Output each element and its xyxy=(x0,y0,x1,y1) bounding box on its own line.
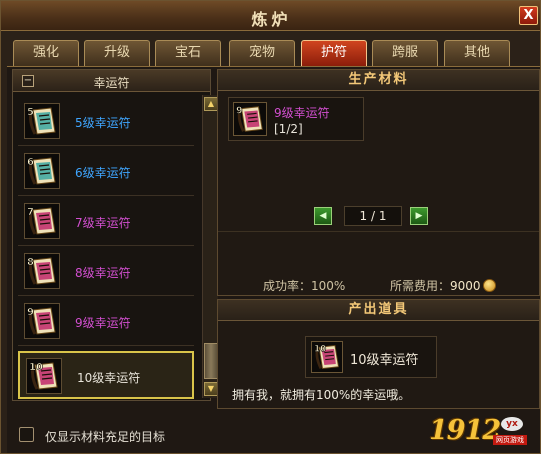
list-item-name: 5级幸运符 xyxy=(75,116,131,130)
list-item[interactable]: 10 10级幸运符 xyxy=(18,351,194,399)
close-button[interactable]: X xyxy=(519,6,538,25)
output-slot[interactable]: 10 10级幸运符 xyxy=(305,336,437,378)
list-category-header[interactable]: − 幸运符 xyxy=(13,70,210,92)
tab-strengthen[interactable]: 强化 xyxy=(13,40,79,66)
logo-number: 1912 xyxy=(429,415,501,446)
prev-page-button[interactable]: ◀ xyxy=(314,207,332,225)
list-item[interactable]: 5 5级幸运符 xyxy=(18,98,194,146)
output-panel: 产出道具 10 10级幸运符 拥有我，就拥有100%的幸运哦。 xyxy=(217,299,540,409)
furnace-window: 炼炉 X 强化 升级 宝石 宠物 护符 跨服 其他 − 幸运符 5 5级幸运符 6 6… xyxy=(0,0,541,454)
scroll-icon: 10 xyxy=(311,341,343,373)
gold-coin-icon xyxy=(482,279,496,292)
list-item[interactable]: 7 7级幸运符 xyxy=(18,198,194,246)
level-number: 10 xyxy=(314,345,326,355)
list-item[interactable]: 8 8级幸运符 xyxy=(18,248,194,296)
level-number: 6 xyxy=(27,157,34,168)
material-name: 9级幸运符 xyxy=(274,106,330,120)
title-bar[interactable]: 炼炉 X xyxy=(1,1,540,31)
output-description: 拥有我，就拥有100%的幸运哦。 xyxy=(232,388,411,402)
scroll-icon: 8 xyxy=(24,253,60,289)
list-item[interactable]: 9 9级幸运符 xyxy=(18,298,194,346)
logo-badge: yx xyxy=(501,417,523,431)
logo-subtitle: 网页游戏 xyxy=(493,435,527,445)
divider xyxy=(218,231,539,232)
tab-cross-server[interactable]: 跨服 xyxy=(372,40,438,66)
materials-panel: 生产材料 9 9级幸运符 [1/2] ◀ 1 / 1 ▶ 成功率：100% 所需… xyxy=(217,69,540,296)
list-item-name: 10级幸运符 xyxy=(77,371,141,385)
sufficient-materials-checkbox[interactable] xyxy=(19,427,34,442)
tab-gem[interactable]: 宝石 xyxy=(155,40,221,66)
list-scrollbar[interactable]: ▲ ▼ xyxy=(202,95,218,398)
level-number: 9 xyxy=(27,307,34,318)
list-item-name: 7级幸运符 xyxy=(75,216,131,230)
scroll-icon: 6 xyxy=(24,153,60,189)
scroll-thumb[interactable] xyxy=(204,343,218,379)
list-item[interactable]: 6 6级幸运符 xyxy=(18,148,194,196)
scroll-icon: 10 xyxy=(26,358,62,394)
output-item-name: 10级幸运符 xyxy=(350,353,419,368)
scroll-up-button[interactable]: ▲ xyxy=(204,97,218,111)
window-title: 炼炉 xyxy=(251,10,292,29)
cost-value: 9000 xyxy=(450,279,481,293)
scroll-icon: 7 xyxy=(24,203,60,239)
level-number: 8 xyxy=(27,257,34,268)
category-label: 幸运符 xyxy=(93,76,130,90)
materials-title: 生产材料 xyxy=(218,70,539,91)
scroll-down-button[interactable]: ▼ xyxy=(204,382,218,396)
tab-talisman[interactable]: 护符 xyxy=(301,40,367,66)
material-count: [1/2] xyxy=(274,122,303,136)
cost-row: 所需费用：9000 xyxy=(390,277,496,294)
next-page-button[interactable]: ▶ xyxy=(410,207,428,225)
scroll-icon: 5 xyxy=(24,103,60,139)
cost-label: 所需费用： xyxy=(390,279,451,293)
checkbox-label: 仅显示材料充足的目标 xyxy=(45,430,166,444)
list-item-name: 8级幸运符 xyxy=(75,266,131,280)
tab-bar: 强化 升级 宝石 宠物 护符 跨服 其他 xyxy=(13,40,538,66)
level-number: 10 xyxy=(29,362,43,373)
list-item-name: 6级幸运符 xyxy=(75,166,131,180)
tab-other[interactable]: 其他 xyxy=(444,40,510,66)
recipe-list: − 幸运符 5 5级幸运符 6 6级幸运符 7 7级幸运符 8 8级幸运符 9 9级幸运符 10 10… xyxy=(12,69,218,401)
tab-pet[interactable]: 宠物 xyxy=(229,40,295,66)
level-number: 9 xyxy=(236,105,243,116)
list-item-name: 9级幸运符 xyxy=(75,316,131,330)
page-indicator: 1 / 1 xyxy=(344,206,402,226)
level-number: 5 xyxy=(27,107,34,118)
site-logo: 1912 yx 网页游戏 xyxy=(429,415,529,446)
scroll-icon: 9 xyxy=(24,303,60,339)
output-title: 产出道具 xyxy=(218,300,539,321)
level-number: 7 xyxy=(27,207,34,218)
success-rate: 成功率：100% xyxy=(263,279,346,293)
scroll-icon: 9 xyxy=(233,102,267,136)
tab-upgrade[interactable]: 升级 xyxy=(84,40,150,66)
material-slot[interactable]: 9 9级幸运符 [1/2] xyxy=(228,97,364,141)
